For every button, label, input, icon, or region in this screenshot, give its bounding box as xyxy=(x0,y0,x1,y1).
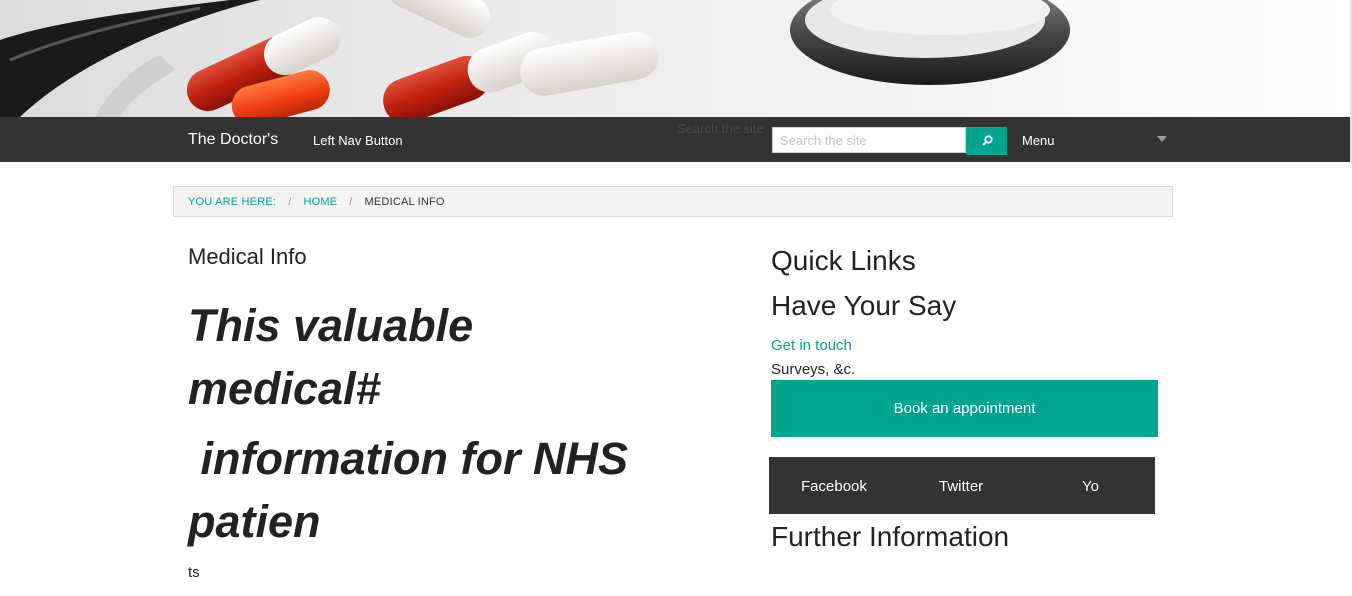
site-brand[interactable]: The Doctor's xyxy=(188,131,278,149)
search-label: Search the site xyxy=(677,121,764,136)
have-your-say-heading: Have Your Say xyxy=(771,290,957,321)
page-title: Medical Info xyxy=(188,244,307,269)
facebook-link[interactable]: Facebook xyxy=(801,478,867,495)
breadcrumb: YOU ARE HERE: / HOME / MEDICAL INFO xyxy=(173,186,1173,217)
book-appointment-button[interactable]: Book an appointment xyxy=(771,380,1158,437)
twitter-link[interactable]: Twitter xyxy=(939,478,983,495)
search-icon xyxy=(981,135,993,146)
breadcrumb-label: YOU ARE HERE: xyxy=(188,195,277,208)
body-text: ts xyxy=(188,564,200,581)
search-input[interactable] xyxy=(772,127,966,153)
youtube-link[interactable]: Yo xyxy=(1082,478,1099,495)
social-links-bar: Facebook Twitter Yo xyxy=(769,457,1155,514)
heading-line: information for NHS xyxy=(188,433,628,484)
quick-links-heading: Quick Links xyxy=(771,245,916,276)
menu-select[interactable]: Menu xyxy=(1022,133,1055,148)
heading-line: medical# xyxy=(188,363,381,414)
hero-banner xyxy=(0,0,1350,117)
further-information-heading: Further Information xyxy=(771,521,1010,552)
top-navbar: The Doctor's Left Nav Button Search the … xyxy=(0,117,1350,162)
breadcrumb-separator: / xyxy=(288,195,292,208)
get-in-touch-link[interactable]: Get in touch xyxy=(771,337,852,354)
heading-line: patien xyxy=(188,496,321,547)
breadcrumb-home-link[interactable]: HOME xyxy=(303,196,337,208)
chevron-down-icon[interactable] xyxy=(1157,136,1167,142)
breadcrumb-separator: / xyxy=(349,195,353,208)
heading-line: This valuable xyxy=(188,300,474,351)
surveys-text: Surveys, &c. xyxy=(771,361,856,378)
search-button[interactable] xyxy=(966,127,1007,155)
hero-image xyxy=(0,0,1070,117)
left-nav-button[interactable]: Left Nav Button xyxy=(313,133,403,148)
breadcrumb-current: MEDICAL INFO xyxy=(364,195,445,208)
